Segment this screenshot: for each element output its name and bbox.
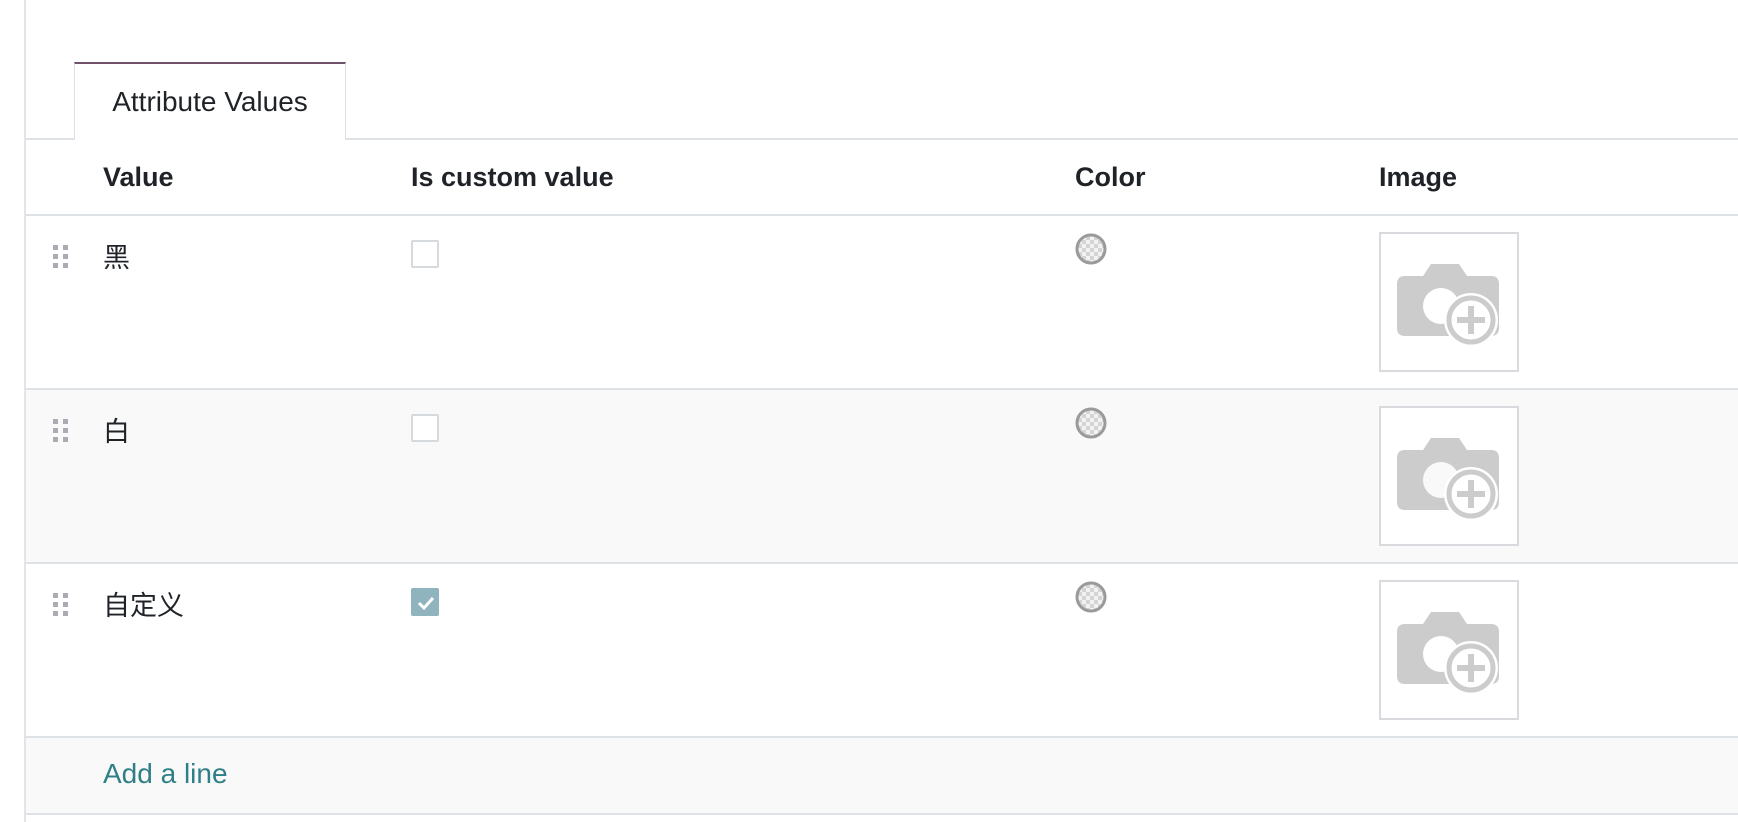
value-cell[interactable]: 自定义	[103, 584, 184, 623]
add-a-line-link[interactable]: Add a line	[103, 758, 228, 790]
is-custom-value-checkbox[interactable]	[411, 588, 439, 616]
camera-add-icon	[1397, 438, 1499, 521]
value-cell[interactable]: 白	[103, 410, 130, 449]
is-custom-value-checkbox[interactable]	[411, 240, 439, 268]
drag-handle-icon[interactable]	[52, 418, 70, 444]
tab-attribute-values[interactable]: Attribute Values	[74, 62, 346, 142]
color-picker-swatch-icon[interactable]	[1074, 406, 1108, 440]
column-header-is-custom-value[interactable]: Is custom value	[411, 162, 614, 193]
image-upload-field[interactable]	[1379, 232, 1519, 372]
image-upload-field[interactable]	[1379, 580, 1519, 720]
table-row[interactable]: 自定义	[26, 564, 1738, 738]
value-cell[interactable]: 黑	[103, 236, 130, 275]
drag-handle-icon[interactable]	[52, 244, 70, 270]
table-row[interactable]: 白	[26, 390, 1738, 564]
table-header: Value Is custom value Color Image	[26, 140, 1738, 216]
color-picker-swatch-icon[interactable]	[1074, 232, 1108, 266]
notebook-tabs: Attribute Values	[26, 0, 1738, 142]
camera-add-icon	[1397, 264, 1499, 347]
is-custom-value-checkbox[interactable]	[411, 414, 439, 442]
add-line-row: Add a line	[26, 738, 1738, 815]
color-picker-swatch-icon[interactable]	[1074, 580, 1108, 614]
column-header-color[interactable]: Color	[1075, 162, 1146, 193]
column-header-value[interactable]: Value	[103, 162, 174, 193]
camera-add-icon	[1397, 612, 1499, 695]
checkmark-icon	[417, 596, 435, 611]
attribute-values-page: Attribute Values Value Is custom value C…	[0, 0, 1738, 822]
table-row[interactable]: 黑	[26, 216, 1738, 390]
image-upload-field[interactable]	[1379, 406, 1519, 546]
column-header-image[interactable]: Image	[1379, 162, 1457, 193]
drag-handle-icon[interactable]	[52, 592, 70, 618]
